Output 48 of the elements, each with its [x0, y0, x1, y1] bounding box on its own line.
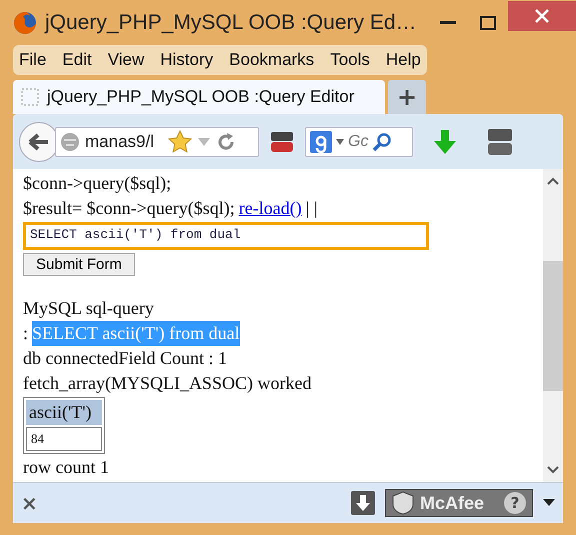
status-text: fetch_array(MYSQLI_ASSOC) worked — [23, 372, 312, 395]
colon-text: : — [23, 322, 28, 345]
maximize-icon — [480, 16, 496, 30]
dropdown-icon[interactable] — [543, 499, 555, 507]
close-button[interactable] — [508, 0, 576, 30]
reload-icon[interactable] — [216, 132, 236, 152]
dropdown-icon[interactable] — [336, 138, 344, 144]
menu-item[interactable]: Help — [386, 50, 421, 70]
scroll-down-icon[interactable] — [547, 466, 559, 474]
row-count-text: row count 1 — [23, 456, 109, 479]
status-text: db connectedField Count : 1 — [23, 347, 227, 370]
code-text: $result= $conn->query($sql); — [23, 197, 235, 220]
back-arrow-icon — [28, 132, 50, 150]
submit-button[interactable]: Submit Form — [23, 253, 135, 276]
new-tab-button[interactable]: + — [388, 80, 426, 114]
search-field[interactable]: Gc — [305, 126, 413, 156]
scroll-up-icon[interactable] — [547, 177, 559, 185]
scrollbar-thumb[interactable] — [543, 260, 563, 390]
separator-text: | | — [306, 197, 318, 220]
close-addon-bar-button[interactable]: × — [21, 491, 341, 515]
minimize-icon — [440, 20, 456, 24]
query-text: SELECT ascii('T') from dual — [32, 321, 240, 346]
table-cell: 84 — [26, 427, 102, 451]
firefox-logo-icon — [13, 10, 37, 34]
browser-tab[interactable]: jQuery_PHP_MySQL OOB :Query Editor — [13, 80, 385, 114]
page-icon — [21, 88, 39, 106]
menu-item[interactable]: Tools — [330, 50, 370, 70]
code-text: $conn->query($sql); — [23, 172, 172, 195]
globe-icon — [60, 132, 80, 152]
heading-text: MySQL sql-query — [23, 297, 154, 320]
search-icon[interactable] — [372, 132, 392, 152]
reload-link[interactable]: re-load() — [238, 196, 302, 221]
menu-item[interactable]: Edit — [62, 50, 92, 70]
menu-item[interactable]: File — [19, 50, 46, 70]
download-icon[interactable] — [351, 491, 375, 515]
google-icon — [310, 130, 332, 152]
address-field[interactable]: manas9/l — [55, 126, 259, 156]
sql-field[interactable]: SELECT ascii('T') from dual — [23, 222, 429, 250]
window-title: jQuery_PHP_MySQL OOB :Query Ed… — [45, 10, 418, 34]
star-icon[interactable] — [168, 130, 192, 154]
menu-item[interactable]: View — [108, 50, 144, 70]
column-header: ascii('T') — [26, 400, 102, 425]
menu-item[interactable]: Bookmarks — [229, 50, 314, 70]
scrollbar[interactable] — [543, 169, 563, 482]
mcafee-badge[interactable]: McAfee ? — [385, 489, 533, 517]
shield-icon — [392, 491, 414, 515]
menu-item[interactable]: History — [160, 50, 214, 70]
close-icon — [535, 8, 549, 22]
